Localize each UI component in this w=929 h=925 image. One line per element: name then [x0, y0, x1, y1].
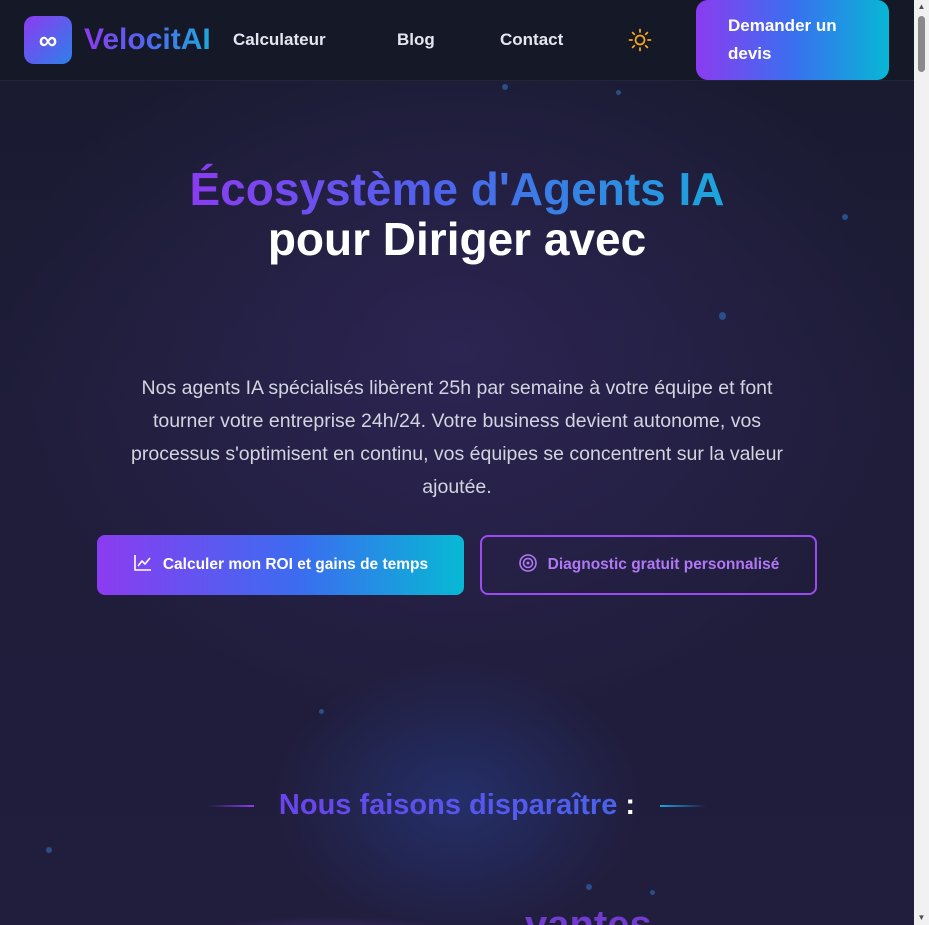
- hero-title-highlight: Écosystème d'Agents IA: [189, 163, 725, 215]
- hero-title: pour Diriger avec: [267, 213, 647, 265]
- scroll-up-arrow-icon[interactable]: ▲: [914, 0, 929, 14]
- scroll-down-arrow-icon[interactable]: ▼: [914, 911, 929, 925]
- navbar: ∞ VelocitAI Calculateur Blog Contact Dem…: [0, 0, 914, 81]
- hero-description: Nos agents IA spécialisés libèrent 25h p…: [131, 377, 783, 498]
- calculate-roi-button[interactable]: Calculer mon ROI et gains de temps: [97, 535, 464, 595]
- scrollbar-track[interactable]: [914, 0, 929, 925]
- sun-icon[interactable]: [628, 28, 652, 52]
- free-diagnostic-label: Diagnostic gratuit personnalisé: [547, 556, 780, 573]
- nav-link-contact[interactable]: Contact: [500, 30, 563, 50]
- particle-dot: [586, 884, 592, 890]
- particle-dot: [719, 312, 726, 320]
- nav-link-calculateur[interactable]: Calculateur: [233, 30, 326, 50]
- particle-dot: [650, 890, 655, 895]
- section-divider-right: [660, 805, 706, 807]
- request-quote-button[interactable]: Demander un devis: [696, 0, 889, 80]
- scrollbar-thumb[interactable]: [918, 16, 925, 72]
- rotating-word: vantes: [525, 903, 652, 925]
- nav-link-blog[interactable]: Blog: [397, 30, 435, 50]
- brand-name[interactable]: VelocitAI: [84, 22, 211, 58]
- section-title: Nous faisons disparaître :: [278, 789, 636, 821]
- particle-dot: [46, 847, 52, 853]
- page: ∞ VelocitAI Calculateur Blog Contact Dem…: [0, 0, 914, 925]
- particle-dot: [319, 709, 324, 714]
- calculate-roi-label: Calculer mon ROI et gains de temps: [162, 556, 429, 573]
- particle-dot: [616, 90, 621, 95]
- line-chart-icon: [133, 553, 153, 578]
- free-diagnostic-button[interactable]: Diagnostic gratuit personnalisé: [480, 535, 817, 595]
- particle-dot: [502, 84, 508, 90]
- particle-cloud: [150, 880, 510, 925]
- target-icon: [518, 553, 538, 578]
- logo-icon[interactable]: ∞: [24, 16, 72, 64]
